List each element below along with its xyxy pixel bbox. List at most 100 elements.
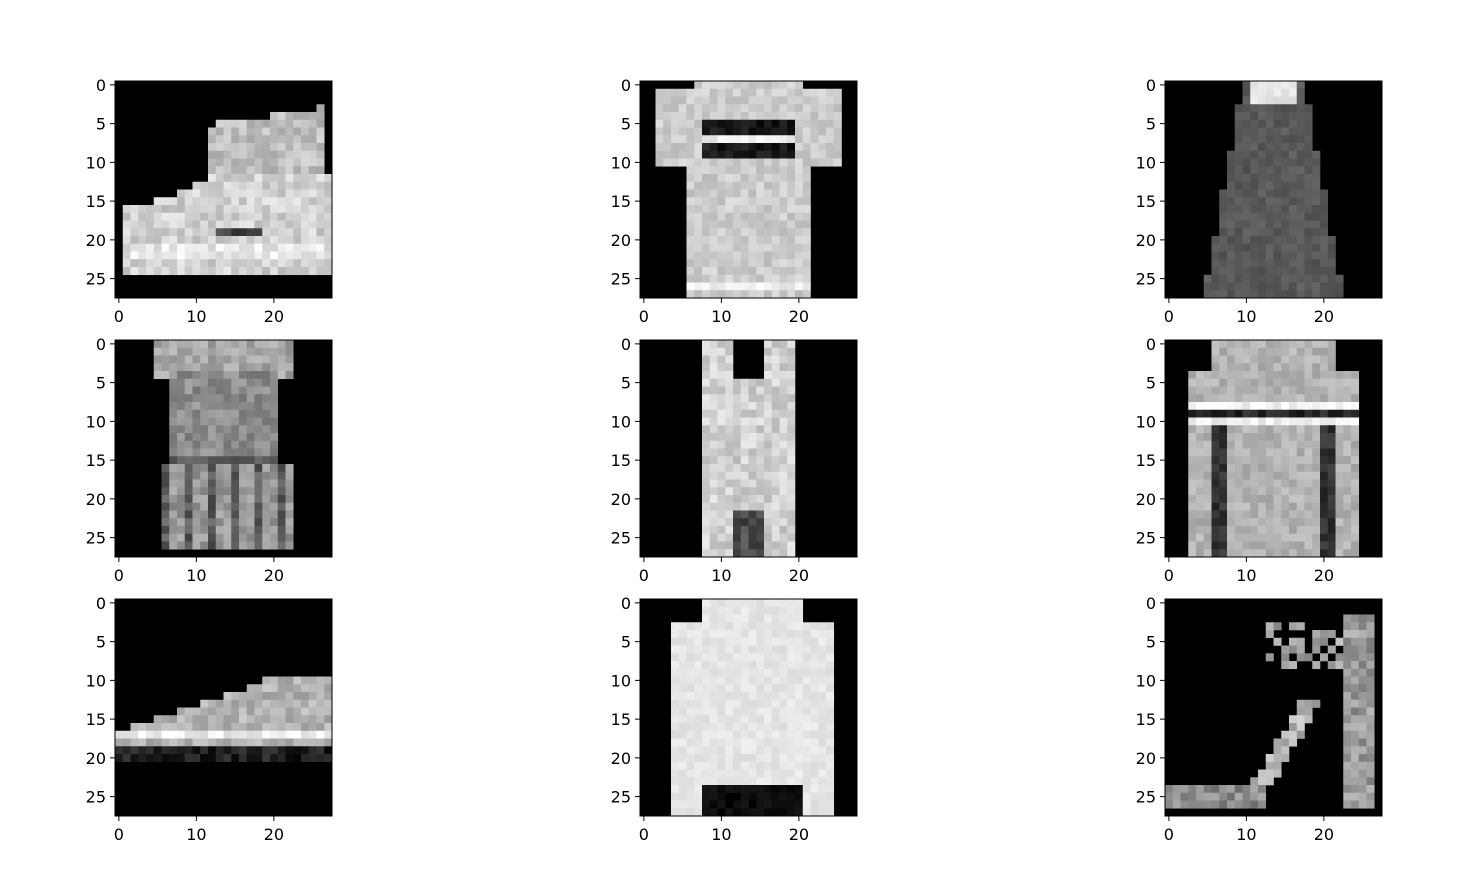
pixel [239, 723, 248, 732]
pixel [1242, 150, 1251, 159]
pixel [678, 88, 687, 97]
pixel [215, 754, 224, 763]
pixel [254, 394, 263, 403]
pixel [787, 290, 796, 299]
pixel [277, 464, 286, 473]
pixel [779, 96, 788, 105]
pixel [1320, 243, 1329, 252]
pixel [1250, 526, 1259, 535]
pixel [1281, 541, 1290, 550]
pixel [1358, 692, 1367, 701]
pixel [702, 549, 711, 558]
pixel [324, 189, 333, 198]
pixel [200, 707, 209, 716]
pixel [1258, 290, 1267, 299]
pixel [748, 518, 757, 527]
pixel [146, 738, 155, 747]
pixel [1250, 274, 1259, 283]
y-tick-label: 5 [621, 115, 631, 134]
pixel [215, 433, 224, 442]
pixel [1234, 425, 1243, 434]
pixel [184, 409, 193, 418]
pixel [153, 251, 162, 260]
pixel [1304, 394, 1313, 403]
pixel [177, 518, 186, 527]
pixel [655, 104, 664, 113]
pixel [802, 808, 811, 817]
pixel [1335, 417, 1344, 426]
pixel [1304, 267, 1313, 276]
pixel [756, 119, 765, 128]
pixel [779, 402, 788, 411]
pixel [740, 409, 749, 418]
pixel [717, 448, 726, 457]
pixel [130, 730, 139, 739]
pixel [1281, 236, 1290, 245]
y-tick-label: 10 [611, 671, 631, 690]
pixel [1327, 378, 1336, 387]
pixel [756, 777, 765, 786]
pixel [779, 622, 788, 631]
pixel [239, 692, 248, 701]
pixel [262, 189, 271, 198]
pixel [184, 754, 193, 763]
pixel [1335, 456, 1344, 465]
pixel [787, 746, 796, 755]
pixel [254, 143, 263, 152]
pixel [1203, 394, 1212, 403]
pixel [787, 425, 796, 434]
pixel [184, 440, 193, 449]
pixel [1258, 88, 1267, 97]
pixel [1196, 417, 1205, 426]
pixel [709, 371, 718, 380]
pixel [818, 699, 827, 708]
pixel [756, 290, 765, 299]
pixel [717, 205, 726, 214]
pixel [208, 417, 217, 426]
pixel [1296, 189, 1305, 198]
pixel [254, 220, 263, 229]
pixel [802, 792, 811, 801]
pixel [709, 464, 718, 473]
pixel [671, 676, 680, 685]
pixel [1312, 495, 1321, 504]
pixel [208, 440, 217, 449]
pixel [694, 174, 703, 183]
pixel [308, 738, 317, 747]
pixel [686, 653, 695, 662]
pixel [262, 471, 271, 480]
pixel [192, 448, 201, 457]
pixel [285, 464, 294, 473]
pixel [1211, 800, 1220, 809]
pixel [764, 104, 773, 113]
pixel [192, 425, 201, 434]
pixel [779, 267, 788, 276]
pixel [709, 440, 718, 449]
pixel [223, 754, 232, 763]
pixel [1211, 394, 1220, 403]
pixel [1343, 676, 1352, 685]
pixel [301, 166, 310, 175]
x-tick-label: 0 [639, 566, 649, 585]
pixel [686, 212, 695, 221]
pixel [277, 533, 286, 542]
pixel [161, 471, 170, 480]
pixel [694, 166, 703, 175]
pixel [1281, 259, 1290, 268]
pixel [1227, 495, 1236, 504]
pixel [1203, 526, 1212, 535]
pixel [740, 699, 749, 708]
pixel [717, 158, 726, 167]
pixel [215, 197, 224, 206]
pixel [733, 684, 742, 693]
pixel [316, 158, 325, 167]
pixel [764, 81, 773, 90]
pixel [169, 347, 178, 356]
pixel [285, 699, 294, 708]
pixel [795, 637, 804, 646]
pixel [702, 448, 711, 457]
pixel [818, 112, 827, 121]
pixel [1242, 440, 1251, 449]
pixel [169, 433, 178, 442]
pixel [1250, 135, 1259, 144]
